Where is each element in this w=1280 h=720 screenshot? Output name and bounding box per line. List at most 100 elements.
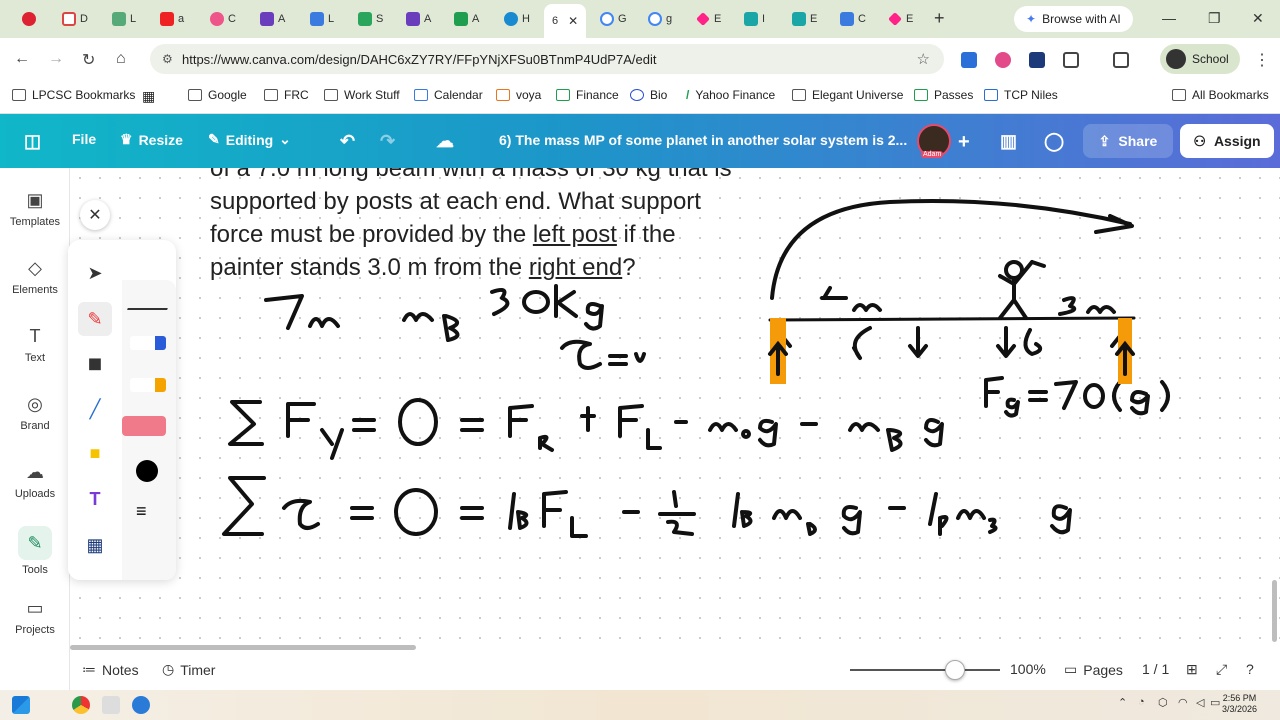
extension-pink-icon[interactable] — [995, 52, 1011, 68]
pen-tool-icon[interactable]: ✎ — [78, 302, 112, 336]
reload-icon[interactable]: ↻ — [82, 50, 95, 70]
url-field[interactable]: ⚙ https://www.canva.com/design/DAHC6xZY7… — [150, 44, 944, 74]
sidebar-item-elements[interactable]: ◇ Elements — [0, 258, 70, 296]
tab-diamond-2[interactable]: E — [888, 8, 922, 30]
tab-google[interactable]: G — [600, 8, 634, 30]
editing-mode-dropdown[interactable]: ✎ Editing ⌄ — [208, 131, 291, 148]
zoom-percent[interactable]: 100% — [1010, 661, 1046, 677]
new-tab-button[interactable]: + — [934, 8, 945, 29]
bookmark-finance[interactable]: Finance — [556, 88, 619, 102]
marker-black-icon[interactable] — [127, 294, 173, 310]
insights-chart-icon[interactable]: ▥ — [1000, 131, 1017, 152]
fullscreen-icon[interactable]: ⤢ — [1216, 661, 1227, 678]
restore-icon[interactable]: ❐ — [1208, 10, 1221, 27]
timer-button[interactable]: ◷ Timer — [162, 661, 215, 678]
bookmark-frc[interactable]: FRC — [264, 88, 309, 102]
shapes-icon[interactable]: ◼ — [78, 346, 112, 380]
system-clock[interactable]: 2:56 PM 3/3/2026 — [1222, 693, 1257, 715]
share-button[interactable]: ⇪ Share — [1083, 124, 1173, 158]
bookmark-star-icon[interactable]: ☆ — [917, 50, 930, 68]
zoom-slider[interactable] — [850, 669, 1000, 671]
sidebar-item-projects[interactable]: ▭ Projects — [0, 598, 70, 636]
select-pointer-icon[interactable]: ➤ — [78, 256, 112, 290]
comment-icon[interactable]: ◯ — [1044, 131, 1064, 152]
resize-button[interactable]: ♛ Resize — [120, 131, 183, 148]
tab-sheet-2[interactable]: E — [792, 8, 826, 30]
pen-blue-icon[interactable] — [130, 336, 166, 350]
tab-recorder[interactable] — [22, 8, 56, 30]
profile-button[interactable]: School — [1160, 44, 1240, 74]
tab-docs[interactable]: L — [310, 8, 344, 30]
help-icon[interactable]: ? — [1246, 661, 1254, 677]
sticky-note-icon[interactable]: ■ — [78, 436, 112, 470]
volume-icon[interactable]: ◁ — [1196, 696, 1204, 709]
grid-view-icon[interactable]: ⊞ — [1186, 661, 1198, 678]
close-window-icon[interactable]: ✕ — [1252, 10, 1264, 27]
bookmark-passes[interactable]: Passes — [914, 88, 973, 102]
redo-icon[interactable]: ↷ — [380, 131, 395, 152]
extension-dark-icon[interactable] — [1029, 52, 1045, 68]
stroke-weight-icon[interactable]: ≡ — [136, 502, 147, 520]
handwritten-ink[interactable] — [70, 168, 1280, 650]
bookmark-tcp-niles[interactable]: TCP Niles — [984, 88, 1058, 102]
app-taskbar-icon[interactable] — [102, 696, 120, 714]
battery-icon[interactable]: ▭ — [1210, 696, 1220, 709]
sidebar-toggle-icon[interactable]: ◫ — [24, 131, 41, 152]
tab-gmail[interactable]: D — [62, 8, 96, 30]
site-info-icon[interactable]: ⚙ — [162, 52, 176, 66]
apps-grid-icon[interactable]: ▦ — [142, 88, 155, 105]
tab-edge[interactable]: H — [504, 8, 538, 30]
table-tool-icon[interactable]: ▦ — [78, 528, 112, 562]
line-tool-icon[interactable]: ╱ — [78, 392, 112, 426]
page-counter[interactable]: 1 / 1 — [1142, 661, 1169, 677]
menu-kebab-icon[interactable]: ⋮ — [1254, 50, 1270, 70]
tab-canva-active[interactable]: 6 ✕ — [544, 4, 586, 38]
browse-with-ai-button[interactable]: ✦ Browse with AI — [1014, 6, 1133, 32]
tray-chevron-icon[interactable]: ⌃ — [1118, 696, 1127, 709]
chrome-taskbar-icon[interactable] — [72, 696, 90, 714]
wifi-icon[interactable]: ◠ — [1178, 696, 1188, 709]
back-icon[interactable]: ← — [14, 50, 30, 68]
text-tool-icon[interactable]: T — [78, 482, 112, 516]
home-icon[interactable]: ⌂ — [116, 50, 126, 68]
extension-blue-icon[interactable] — [961, 52, 977, 68]
cloud-saved-icon[interactable]: ☁ — [436, 131, 454, 152]
notes-button[interactable]: ≔ Notes — [82, 661, 139, 678]
all-bookmarks[interactable]: All Bookmarks — [1172, 88, 1269, 102]
canvas-workspace[interactable]: of a 7.0 m long beam with a mass of 30 k… — [70, 168, 1280, 650]
highlighter-icon[interactable] — [130, 378, 166, 392]
tray-app-icon[interactable]: ◔ — [1138, 696, 1145, 708]
sidebar-item-uploads[interactable]: ☁ Uploads — [0, 462, 70, 500]
tab-search-icon[interactable] — [1113, 52, 1129, 68]
tab-drive[interactable]: S — [358, 8, 392, 30]
extensions-puzzle-icon[interactable] — [1063, 52, 1079, 68]
color-swatch-black[interactable] — [136, 460, 158, 482]
sidebar-item-templates[interactable]: ▣ Templates — [0, 190, 70, 228]
bookmark-work-stuff[interactable]: Work Stuff — [324, 88, 400, 102]
minimize-icon[interactable]: — — [1162, 10, 1176, 26]
tray-dropbox-icon[interactable]: ⬡ — [1158, 696, 1168, 709]
eraser-icon[interactable] — [122, 416, 166, 436]
bookmark-voya[interactable]: voya — [496, 88, 541, 102]
bookmark-bio[interactable]: Bio — [630, 88, 667, 102]
forward-icon[interactable]: → — [48, 50, 64, 68]
bookmark-elegant-universe[interactable]: Elegant Universe — [792, 88, 903, 102]
close-tab-icon[interactable]: ✕ — [568, 14, 578, 28]
bookmark-google[interactable]: Google — [188, 88, 247, 102]
design-title[interactable]: 6) The mass MP of some planet in another… — [499, 132, 907, 148]
tab-sheet[interactable]: I — [744, 8, 778, 30]
bookmark-yahoo-finance[interactable]: / Yahoo Finance — [686, 88, 775, 102]
word-taskbar-icon[interactable] — [132, 696, 150, 714]
tab-sheets[interactable]: A — [454, 8, 488, 30]
zoom-slider-handle[interactable] — [945, 660, 965, 680]
sidebar-item-brand[interactable]: ◎ Brand — [0, 394, 70, 432]
collaborator-avatar[interactable]: Adam — [917, 124, 951, 158]
undo-icon[interactable]: ↶ — [340, 131, 355, 152]
close-draw-panel-button[interactable]: ✕ — [80, 200, 110, 230]
assign-button[interactable]: ⚇ Assign — [1180, 124, 1274, 158]
vertical-scrollbar[interactable] — [1272, 580, 1277, 642]
tab-forms-2[interactable]: A — [406, 8, 440, 30]
tab-flower[interactable]: C — [210, 8, 244, 30]
pages-button[interactable]: ▭ Pages — [1064, 661, 1123, 678]
bookmark-lpcsc[interactable]: LPCSC Bookmarks — [12, 88, 135, 102]
